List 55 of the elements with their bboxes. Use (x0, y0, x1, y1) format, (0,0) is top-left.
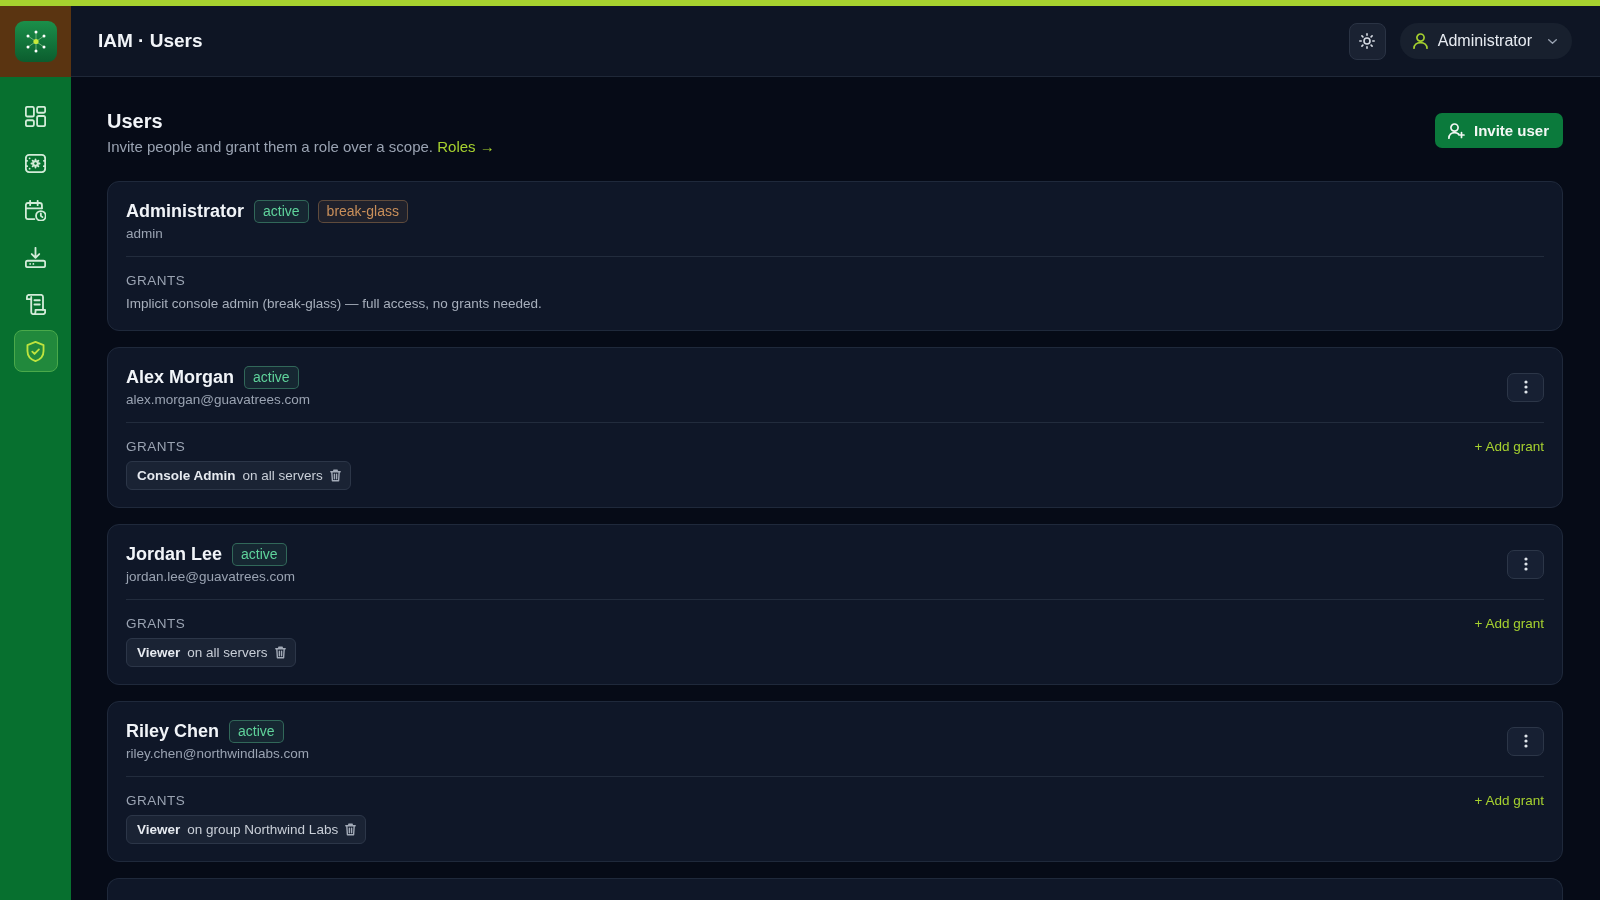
invite-user-button[interactable]: Invite user (1434, 113, 1563, 148)
page-subtitle: Invite people and grant them a role over a scope. Roles → (107, 137, 495, 157)
dashboard-icon (25, 105, 46, 127)
add-grant-link[interactable]: + Add grant (1474, 792, 1544, 808)
download-tray-icon (25, 246, 46, 268)
header-title: IAM · Users (98, 30, 203, 52)
calendar-clock-icon (25, 199, 46, 221)
page-title: Users (107, 109, 164, 134)
trash-icon[interactable] (329, 469, 341, 482)
section-label: GRANTS (126, 792, 186, 808)
add-grant-link[interactable]: + Add grant (1474, 615, 1544, 631)
sidebar-item[interactable] (13, 330, 58, 372)
user-badge: break-glass (317, 199, 408, 223)
theme-toggle-button[interactable] (1348, 22, 1386, 60)
role-name: Viewer (137, 645, 181, 660)
section-label: GRANTS (126, 615, 186, 631)
kebab-icon (1523, 734, 1528, 748)
user-badge: active (244, 365, 299, 389)
user-email: alex.morgan@guavatrees.com (126, 391, 311, 409)
user-badge: active (254, 199, 309, 223)
user-email: riley.chen@northwindlabs.com (126, 745, 310, 763)
add-grant-link[interactable]: + Add grant (1474, 438, 1544, 454)
scroll-icon (25, 293, 46, 315)
role-name: Console Admin (137, 468, 236, 483)
user-name: Administrator (126, 200, 244, 222)
section-label: GRANTS (126, 438, 186, 454)
role-name: Viewer (137, 822, 181, 837)
more-options-button[interactable] (1507, 372, 1544, 402)
gear-panel-icon (25, 152, 46, 174)
more-options-button[interactable] (1507, 726, 1544, 756)
kebab-icon (1523, 380, 1528, 394)
trash-icon[interactable] (274, 646, 286, 659)
user-email: admin (126, 225, 164, 243)
grants-note: Implicit console admin (break-glass) — full access, no grants needed. (126, 295, 543, 313)
user-badge: active (232, 542, 287, 566)
shield-check-icon (25, 340, 46, 362)
trash-icon[interactable] (345, 823, 357, 836)
user-menu-button[interactable]: Administrator (1399, 23, 1572, 59)
user-icon (1412, 33, 1428, 49)
user-email: jordan.lee@guavatrees.com (126, 568, 296, 586)
user-plus-icon (1447, 122, 1465, 139)
user-name: Alex Morgan (126, 366, 235, 388)
kebab-icon (1523, 557, 1528, 571)
grant-scope: on group Northwind Labs (187, 822, 339, 837)
grant-scope: on all servers (242, 468, 323, 483)
user-name: Jordan Lee (126, 543, 223, 565)
chevron-down-icon (1548, 38, 1557, 44)
section-label: GRANTS (126, 272, 186, 288)
more-options-button[interactable] (1507, 549, 1544, 579)
sun-icon (1359, 33, 1376, 49)
logo-icon[interactable] (14, 21, 57, 62)
roles-link[interactable]: Roles → (437, 138, 495, 155)
user-badge: active (229, 719, 284, 743)
grant-scope: on all servers (187, 645, 268, 660)
user-name: Riley Chen (126, 720, 220, 742)
